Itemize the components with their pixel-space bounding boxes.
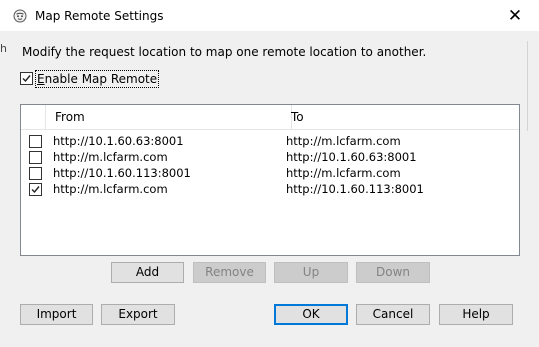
row-checkbox[interactable] xyxy=(29,183,42,196)
add-button[interactable]: Add xyxy=(111,262,184,283)
description-text: Modify the request location to map one r… xyxy=(22,45,427,59)
row-from-url: http://10.1.60.113:8001 xyxy=(53,166,191,180)
row-checkbox[interactable] xyxy=(29,167,42,180)
title-bar: Map Remote Settings ✕ xyxy=(0,0,539,31)
table-row[interactable]: http://m.lcfarm.com http://10.1.60.63:80… xyxy=(21,149,519,165)
cancel-button[interactable]: Cancel xyxy=(356,304,430,325)
background-window-fragment: h xyxy=(0,43,7,55)
import-button[interactable]: Import xyxy=(20,304,93,325)
mappings-table[interactable]: From To http://10.1.60.63:8001 http://m.… xyxy=(20,104,520,256)
row-from-url: http://m.lcfarm.com xyxy=(53,182,168,196)
row-from-url: http://m.lcfarm.com xyxy=(53,150,168,164)
column-header-enabled[interactable] xyxy=(21,105,46,129)
row-to-url: http://10.1.60.63:8001 xyxy=(286,150,417,164)
down-button[interactable]: Down xyxy=(356,262,430,283)
table-row[interactable]: http://10.1.60.63:8001 http://m.lcfarm.c… xyxy=(21,133,519,149)
charles-app-icon xyxy=(13,9,27,23)
dialog-body: h Modify the request location to map one… xyxy=(0,31,539,347)
table-row[interactable]: http://10.1.60.113:8001 http://m.lcfarm.… xyxy=(21,165,519,181)
ok-button[interactable]: OK xyxy=(274,304,348,325)
table-row[interactable]: http://m.lcfarm.com http://10.1.60.113:8… xyxy=(21,181,519,197)
remove-button[interactable]: Remove xyxy=(193,262,266,283)
enable-checkbox-box[interactable] xyxy=(20,72,33,85)
row-to-url: http://10.1.60.113:8001 xyxy=(286,182,424,196)
enable-map-remote-label: Enable Map Remote xyxy=(34,70,160,88)
row-from-url: http://10.1.60.63:8001 xyxy=(53,134,184,148)
checkmark-icon xyxy=(22,75,31,83)
close-icon[interactable]: ✕ xyxy=(505,6,525,26)
row-checkbox[interactable] xyxy=(29,135,42,148)
background-window-edge xyxy=(527,41,530,131)
row-to-url: http://m.lcfarm.com xyxy=(286,166,401,180)
window-title: Map Remote Settings xyxy=(35,9,164,23)
column-header-to[interactable]: To xyxy=(283,105,519,129)
export-button[interactable]: Export xyxy=(101,304,175,325)
help-button[interactable]: Help xyxy=(439,304,513,325)
up-button[interactable]: Up xyxy=(274,262,348,283)
enable-label-rest: nable Map Remote xyxy=(44,72,158,86)
row-checkbox[interactable] xyxy=(29,151,42,164)
enable-accelerator-letter: E xyxy=(37,72,45,86)
row-to-url: http://m.lcfarm.com xyxy=(286,134,401,148)
table-header: From To xyxy=(21,105,519,130)
column-header-from[interactable]: From xyxy=(46,105,292,129)
checkmark-icon xyxy=(31,186,40,194)
